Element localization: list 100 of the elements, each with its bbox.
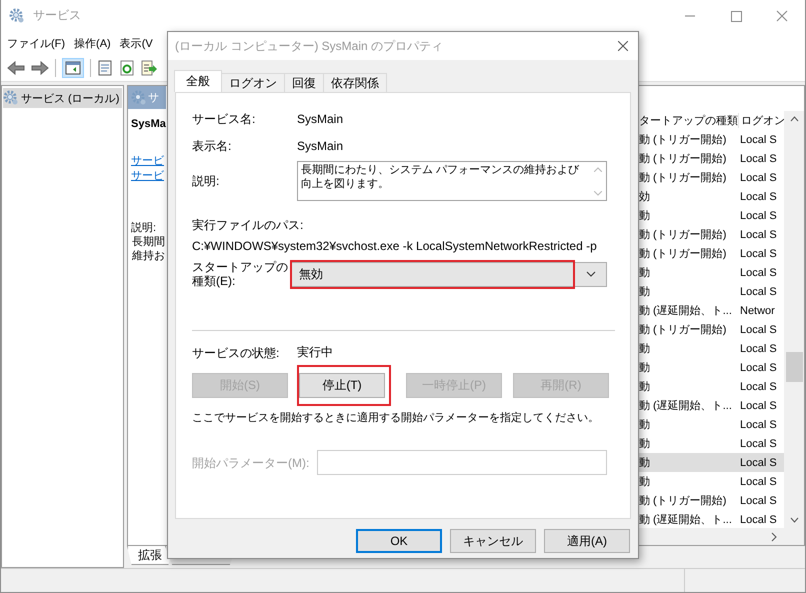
table-cell-text: 動 [638, 380, 651, 394]
field-label: 開始パラメーター(M): [192, 456, 310, 470]
table-cell-text: 動 (遅延開始、ト... [638, 399, 733, 413]
table-cell-text: Local S [739, 342, 778, 354]
dialog-button[interactable]: OK [356, 529, 442, 553]
dialog-title: (ローカル コンピューター) SysMain のプロパティ [175, 38, 444, 54]
field-value: SysMain [297, 112, 344, 126]
list-row[interactable]: 動 (遅延開始、ト... Networ [638, 301, 784, 320]
menu-item[interactable]: ファイル(F) [7, 36, 66, 50]
status-value: 実行中 [297, 344, 333, 361]
field-label: スタートアップの種類(E): [192, 260, 289, 288]
table-cell-text: 動 [638, 437, 651, 451]
tree-item[interactable]: サービス (ローカル) [3, 88, 122, 108]
list-row[interactable]: 動 (遅延開始、ト... Local S [638, 396, 784, 415]
close-icon[interactable] [618, 41, 628, 51]
list-row[interactable]: 動 Local S [638, 358, 784, 377]
list-row[interactable]: 効 Local S [638, 187, 784, 206]
table-cell-text: Local S [739, 210, 778, 222]
startup-type-dropdown[interactable]: 無効 [290, 262, 607, 286]
list-row[interactable]: 動 Local S [638, 282, 784, 301]
caret-icon [586, 271, 596, 277]
table-cell-text: 動 (トリガー開始) [638, 171, 728, 185]
list-row[interactable]: 動 Local S [638, 206, 784, 225]
table-cell-text: 動 (トリガー開始) [638, 228, 728, 242]
table-cell-text: 動 (遅延開始、ト... [638, 304, 733, 318]
scrollbar-thumb[interactable] [786, 352, 802, 382]
table-cell-text: Local S [739, 324, 778, 336]
list-row[interactable]: 動 (トリガー開始) Local S [638, 130, 784, 149]
pane-toggle-icon[interactable] [62, 58, 84, 78]
table-cell-text: Local S [739, 476, 778, 488]
properties-icon[interactable] [97, 60, 113, 76]
table-cell-text: 動 (トリガー開始) [638, 323, 728, 337]
field-value: SysMain [297, 139, 344, 153]
table-cell-text: 動 (トリガー開始) [638, 152, 728, 166]
table-cell-text: Local S [739, 248, 778, 260]
list-row[interactable]: 動 (トリガー開始) Local S [638, 244, 784, 263]
list-row[interactable]: 動 Local S [638, 434, 784, 453]
link[interactable]: サービ [131, 168, 164, 183]
service-name: SysMa [131, 118, 166, 130]
table-cell-text: Local S [739, 152, 778, 164]
horizontal-scrollbar[interactable] [638, 528, 804, 545]
list-row[interactable]: 動 Local S [638, 263, 784, 282]
forward-arrow-icon[interactable] [31, 61, 49, 75]
field-label: 表示名: [192, 139, 232, 153]
list-row[interactable]: 動 Local S [638, 415, 784, 434]
table-cell-text: Local S [739, 286, 778, 298]
link[interactable]: サービ [131, 153, 164, 168]
service-button[interactable]: 停止(T) [299, 373, 385, 398]
back-arrow-icon[interactable] [7, 61, 25, 75]
list-row[interactable]: 動 (トリガー開始) Local S [638, 168, 784, 187]
tab[interactable]: ログオン [221, 73, 285, 92]
field-label: サービスの状態: [192, 346, 280, 360]
table-cell-text: 動 (トリガー開始) [638, 494, 728, 508]
menu-item[interactable]: 操作(A) [74, 36, 111, 50]
table-cell-text: 効 [638, 190, 651, 204]
hint-text: ここでサービスを開始するときに適用する開始パラメーターを指定してください。 [192, 410, 600, 425]
list-row[interactable]: 動 Local S [638, 377, 784, 396]
table-cell-text: Local S [739, 418, 778, 430]
tab[interactable]: 依存関係 [323, 73, 387, 92]
dialog-button[interactable]: キャンセル [450, 529, 536, 553]
description-text: 維持お [132, 249, 166, 263]
table-cell-text: Local S [739, 266, 778, 278]
window-title: サービス [33, 7, 81, 24]
table-cell-text: 動 [638, 361, 651, 375]
list-row[interactable]: 動 (遅延開始、ト... Local S [638, 510, 784, 529]
table-cell-text: Local S [739, 514, 778, 526]
table-cell-text: Local S [739, 400, 778, 412]
column-header[interactable]: ログオン [739, 113, 785, 128]
table-cell-text: Local S [739, 494, 778, 506]
list-row[interactable]: 動 (トリガー開始) Local S [638, 225, 784, 244]
table-cell-text: Local S [739, 228, 778, 240]
table-cell-text: 動 [638, 456, 651, 470]
tab[interactable]: 回復 [284, 73, 324, 92]
list-row[interactable]: 動 (トリガー開始) Local S [638, 320, 784, 339]
list-row[interactable]: 動 (トリガー開始) Local S [638, 149, 784, 168]
export-icon[interactable] [141, 60, 157, 76]
field-label: サービス名: [192, 112, 256, 126]
table-cell-text: 動 [638, 418, 651, 432]
path-text: C:¥WINDOWS¥system32¥svchost.exe -k LocalSystemNetworkRestricted -p [192, 239, 598, 253]
list-row[interactable]: 動 Local S [638, 453, 784, 472]
field-label: 実行ファイルのパス: [192, 217, 304, 234]
description-label: 説明: [131, 221, 156, 235]
dialog-button[interactable]: 適用(A) [544, 529, 630, 553]
app-icon [9, 8, 25, 24]
list-row[interactable]: 動 Local S [638, 339, 784, 358]
table-cell-text: Local S [739, 438, 778, 450]
menu-item[interactable]: 表示(V [120, 36, 153, 50]
field-label: 説明: [192, 174, 220, 188]
table-cell-text: 動 [638, 285, 651, 299]
table-cell-text: 動 [638, 209, 651, 223]
pane-title: サ [148, 91, 159, 105]
tab[interactable]: 全般 [174, 70, 222, 92]
refresh-icon[interactable] [119, 60, 135, 76]
table-cell-text: Local S [739, 190, 778, 202]
table-cell-text: 動 [638, 475, 651, 489]
list-row[interactable]: 動 Local S [638, 472, 784, 491]
table-cell-text: Local S [739, 362, 778, 374]
scroll-right-icon[interactable] [770, 532, 778, 542]
list-row[interactable]: 動 (トリガー開始) Local S [638, 491, 784, 510]
description-box[interactable]: 長期間にわたり、システム パフォーマンスの維持および向上を図ります。 [297, 161, 607, 201]
